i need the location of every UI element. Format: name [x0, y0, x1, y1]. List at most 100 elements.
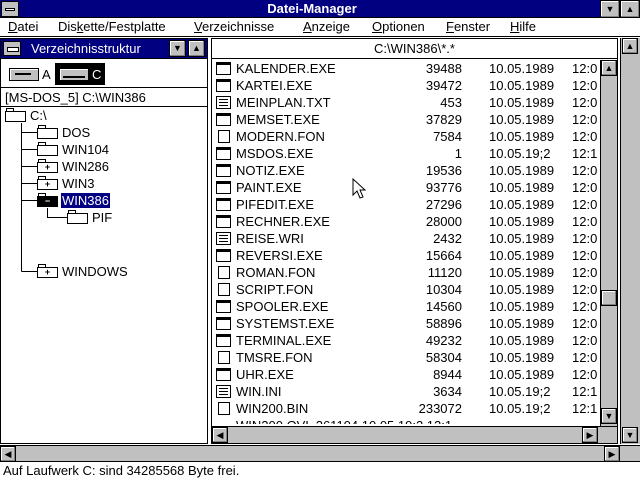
file-row[interactable]: KALENDER.EXE 39488 10.05.1989 12:0	[212, 60, 600, 77]
menu-optionen[interactable]: Optionen	[372, 19, 425, 35]
scroll-left-button[interactable]: ◀	[212, 427, 228, 443]
file-row[interactable]: SPOOLER.EXE 14560 10.05.1989 12:0	[212, 298, 600, 315]
file-date: 10.05.1989	[489, 180, 555, 195]
program-file-icon	[216, 164, 231, 177]
file-row[interactable]: SCRIPT.FON 10304 10.05.1989 12:0	[212, 281, 600, 298]
folder-icon: +	[37, 176, 59, 190]
file-list-vertical-scrollbar[interactable]: ▲ ▼	[600, 60, 617, 426]
file-row[interactable]: MEINPLAN.TXT 453 10.05.1989 12:0	[212, 94, 600, 111]
file-size: 49232	[425, 333, 462, 348]
tree-system-menu-button[interactable]	[3, 41, 21, 56]
tree-maximize-button[interactable]: ▲	[188, 40, 205, 57]
program-file-icon	[216, 113, 231, 126]
file-row[interactable]: PIFEDIT.EXE 27296 10.05.1989 12:0	[212, 196, 600, 213]
tree-node-win286[interactable]: + WIN286	[37, 158, 110, 174]
document-file-icon	[216, 385, 231, 398]
tree-node-label: DOS	[62, 124, 91, 140]
tree-node-win104[interactable]: WIN104	[37, 141, 110, 157]
file-row[interactable]: SYSTEMST.EXE 58896 10.05.1989 12:0	[212, 315, 600, 332]
maximize-button[interactable]: ▲	[620, 0, 640, 18]
menu-fenster[interactable]: Fenster	[446, 19, 490, 35]
tree-node-win386[interactable]: − WIN386	[37, 192, 110, 208]
file-row[interactable]: PAINT.EXE 93776 10.05.1989 12:0	[212, 179, 600, 196]
drive-a-button[interactable]: A	[5, 63, 55, 85]
file-row[interactable]: TERMINAL.EXE 49232 10.05.1989 12:0	[212, 332, 600, 349]
title-bar: Datei-Manager ▼ ▲	[0, 0, 640, 18]
menu-diskette-festplatte[interactable]: Diskette/Festplatte	[58, 19, 166, 35]
program-file-icon	[216, 368, 231, 381]
file-time: 12:0	[572, 214, 598, 229]
file-row[interactable]: MEMSET.EXE 37829 10.05.1989 12:0	[212, 111, 600, 128]
volume-label: [MS-DOS_5] C:\WIN386	[5, 90, 146, 105]
menu-hilfe[interactable]: Hilfe	[510, 19, 536, 35]
tree-minimize-button[interactable]: ▼	[169, 40, 186, 57]
expand-indicator: −	[44, 196, 51, 206]
file-icon	[218, 402, 230, 415]
program-file-icon	[216, 249, 231, 262]
file-row[interactable]: MODERN.FON 7584 10.05.1989 12:0	[212, 128, 600, 145]
expand-indicator	[43, 130, 52, 137]
main-scroll-down-button[interactable]: ▼	[622, 427, 638, 443]
file-row-partial[interactable]: WIN200.OVL 261104 10.05.19;2 12:1	[236, 417, 600, 424]
file-name: ROMAN.FON	[236, 265, 316, 280]
floppy-drive-icon	[9, 67, 39, 81]
main-scroll-left-button[interactable]: ◀	[0, 446, 16, 462]
file-row[interactable]: KARTEI.EXE 39472 10.05.1989 12:0	[212, 77, 600, 94]
minimize-button[interactable]: ▼	[600, 0, 620, 18]
menu-anzeige[interactable]: Anzeige	[303, 19, 350, 35]
file-row[interactable]: REISE.WRI 2432 10.05.1989 12:0	[212, 230, 600, 247]
main-scroll-right-button[interactable]: ▶	[604, 446, 620, 462]
file-date: 10.05.19;2	[489, 384, 551, 399]
file-row[interactable]: WIN.INI 3634 10.05.19;2 12:1	[212, 383, 600, 400]
program-file-icon	[216, 334, 231, 347]
file-name: SPOOLER.EXE	[236, 299, 329, 314]
program-file-icon	[216, 215, 231, 228]
file-name: MEMSET.EXE	[236, 112, 320, 127]
file-row[interactable]: WIN200.BIN 233072 10.05.19;2 12:1	[212, 400, 600, 417]
main-vertical-scrollbar[interactable]: ▲ ▼	[620, 38, 640, 444]
system-menu-button[interactable]	[1, 1, 19, 17]
file-name: MSDOS.EXE	[236, 146, 314, 161]
file-name: WIN.INI	[236, 384, 282, 399]
file-row[interactable]: NOTIZ.EXE 19536 10.05.1989 12:0	[212, 162, 600, 179]
scroll-thumb[interactable]	[601, 290, 617, 306]
program-file-icon	[216, 300, 231, 313]
file-size: 10304	[425, 282, 462, 297]
tree-node-windows[interactable]: + WINDOWS	[37, 263, 129, 279]
file-row[interactable]: MSDOS.EXE 1 10.05.19;2 12:1	[212, 145, 600, 162]
file-row[interactable]: TMSRE.FON 58304 10.05.1989 12:0	[212, 349, 600, 366]
tree-title: Verzeichnisstruktur	[31, 41, 141, 56]
file-time: 12:0	[572, 231, 598, 246]
expand-indicator	[73, 215, 82, 222]
scroll-right-button[interactable]: ▶	[582, 427, 598, 443]
tree-node-label: WIN3	[62, 175, 95, 191]
file-list-horizontal-scrollbar[interactable]: ◀ ▶	[212, 426, 617, 443]
file-row[interactable]: UHR.EXE 8944 10.05.1989 12:0	[212, 366, 600, 383]
scroll-down-button[interactable]: ▼	[601, 408, 617, 424]
main-scroll-up-button[interactable]: ▲	[622, 38, 638, 54]
file-row[interactable]: RECHNER.EXE 28000 10.05.1989 12:0	[212, 213, 600, 230]
scroll-up-button[interactable]: ▲	[601, 60, 617, 76]
tree-node-label: WIN286	[62, 158, 109, 174]
tree-node-dos[interactable]: DOS	[37, 124, 91, 140]
menu-verzeichnisse[interactable]: Verzeichnisse	[194, 19, 274, 35]
main-horizontal-scrollbar[interactable]: ◀ ▶	[0, 445, 640, 462]
file-size: 3634	[433, 384, 462, 399]
file-time: 12:0	[572, 78, 598, 93]
file-row[interactable]: REVERSI.EXE 15664 10.05.1989 12:0	[212, 247, 600, 264]
tree-node-label: WINDOWS	[62, 263, 128, 279]
tree-node-win3[interactable]: + WIN3	[37, 175, 96, 191]
file-name: SCRIPT.FON	[236, 282, 314, 297]
tree-node-c[interactable]: C:\	[5, 107, 48, 123]
file-row[interactable]: ROMAN.FON 11120 10.05.1989 12:0	[212, 264, 600, 281]
file-name: TERMINAL.EXE	[236, 333, 332, 348]
file-time: 12:0	[572, 350, 598, 365]
drive-c-button[interactable]: C	[55, 63, 106, 85]
drive-bar: A C	[1, 60, 207, 88]
file-date: 10.05.1989	[489, 333, 555, 348]
folder-icon: +	[37, 159, 59, 173]
tree-node-pif[interactable]: PIF	[67, 209, 113, 225]
window-title: Datei-Manager	[267, 1, 357, 16]
file-date: 10.05.1989	[489, 112, 555, 127]
menu-datei[interactable]: Datei	[8, 19, 38, 35]
